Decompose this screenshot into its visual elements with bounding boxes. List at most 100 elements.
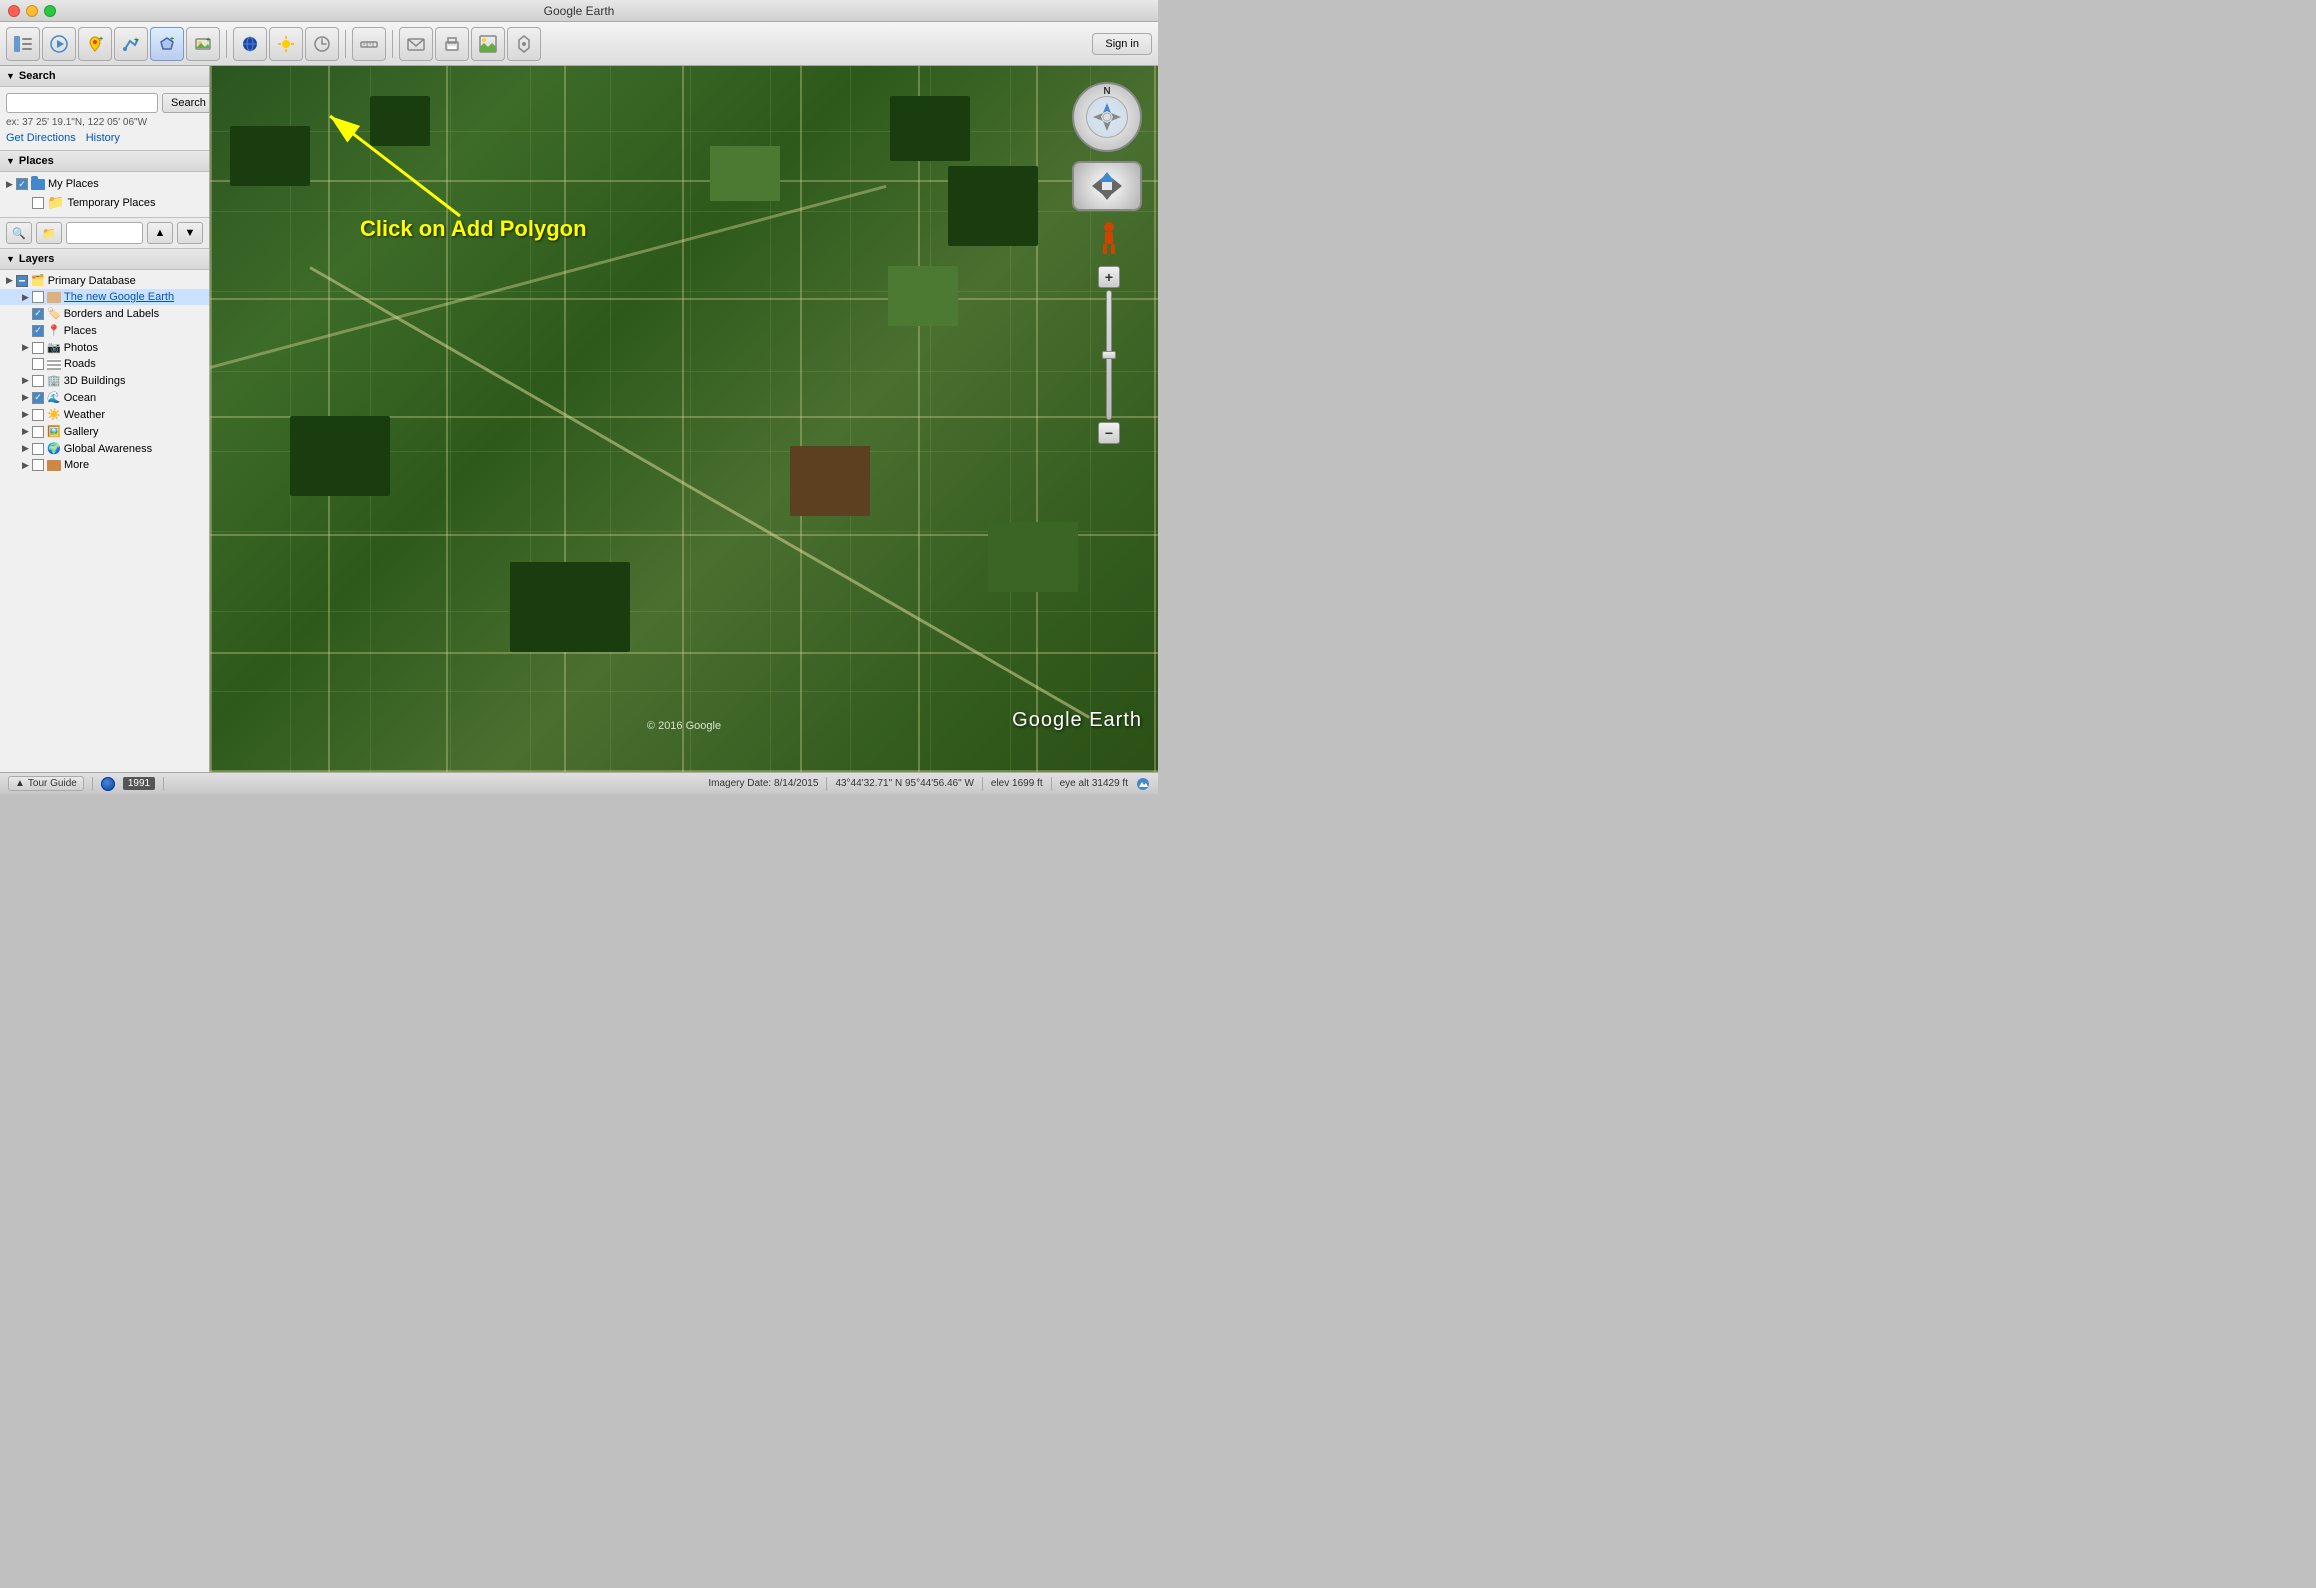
toolbar-sep-3 xyxy=(392,30,393,58)
map-options-button[interactable] xyxy=(507,27,541,61)
toolbar-sep-1 xyxy=(226,30,227,58)
layer-roads[interactable]: Roads xyxy=(0,356,209,372)
move-down-button[interactable]: ▼ xyxy=(177,222,203,244)
temp-places-checkbox[interactable] xyxy=(32,197,44,209)
layer-3d-buildings[interactable]: ▶ 🏢 3D Buildings xyxy=(0,372,209,389)
field-patch-9 xyxy=(890,96,970,161)
rd-checkbox[interactable] xyxy=(32,358,44,370)
layers-section-header[interactable]: ▼ Layers xyxy=(0,249,209,270)
print-button[interactable] xyxy=(435,27,469,61)
zoom-out-button[interactable]: − xyxy=(1098,422,1120,444)
tour-guide-button[interactable]: ▲ Tour Guide xyxy=(8,776,84,791)
zoom-handle[interactable] xyxy=(1102,351,1116,359)
temporary-places-item[interactable]: 📁 Temporary Places xyxy=(0,192,209,213)
pd-checkbox[interactable] xyxy=(16,275,28,287)
nge-checkbox[interactable] xyxy=(32,291,44,303)
zoom-in-button[interactable]: + xyxy=(1098,266,1120,288)
my-places-checkbox[interactable]: ✓ xyxy=(16,178,28,190)
ga-label: Gallery xyxy=(64,426,99,438)
layer-gallery[interactable]: ▶ 🖼️ Gallery xyxy=(0,423,209,440)
my-places-item[interactable]: ▶ ✓ My Places xyxy=(0,176,209,192)
sidebar-toggle-button[interactable] xyxy=(6,27,40,61)
search-places-button[interactable]: 🔍 xyxy=(6,222,32,244)
add-overlay-button[interactable]: + xyxy=(186,27,220,61)
search-hint: ex: 37 25' 19.1"N, 122 05' 06"W xyxy=(6,117,203,128)
layer-weather[interactable]: ▶ ☀️ Weather xyxy=(0,406,209,423)
oc-checkbox[interactable]: ✓ xyxy=(32,392,44,404)
minimize-button[interactable] xyxy=(26,5,38,17)
status-sep-3 xyxy=(826,777,827,791)
ruler-button[interactable] xyxy=(352,27,386,61)
layers-section-label: Layers xyxy=(19,253,54,265)
layer-new-google-earth[interactable]: ▶ The new Google Earth xyxy=(0,289,209,305)
svg-text:+: + xyxy=(206,37,210,44)
move-up-button[interactable]: ▲ xyxy=(147,222,173,244)
3d-arrow: ▶ xyxy=(22,375,32,386)
bl-checkbox[interactable]: ✓ xyxy=(32,308,44,320)
gaw-arrow: ▶ xyxy=(22,443,32,454)
add-placemark-button[interactable]: + xyxy=(78,27,112,61)
search-panel: Search ex: 37 25' 19.1"N, 122 05' 06"W G… xyxy=(0,87,209,151)
places-section-header[interactable]: ▼ Places xyxy=(0,151,209,172)
eye-alt: eye alt 31429 ft xyxy=(1060,778,1128,789)
layer-more[interactable]: ▶ More xyxy=(0,457,209,473)
layer-primary-database[interactable]: ▶ 🗂️ Primary Database xyxy=(0,272,209,289)
pl-checkbox[interactable]: ✓ xyxy=(32,325,44,337)
nge-folder-icon xyxy=(47,292,61,303)
close-button[interactable] xyxy=(8,5,20,17)
pan-ring[interactable] xyxy=(1072,161,1142,211)
add-folder-button[interactable]: 📁 xyxy=(36,222,62,244)
layer-photos[interactable]: ▶ 📷 Photos xyxy=(0,339,209,356)
add-path-button[interactable]: + xyxy=(114,27,148,61)
history-link[interactable]: History xyxy=(86,132,120,144)
ga-checkbox[interactable] xyxy=(32,426,44,438)
ph-checkbox[interactable] xyxy=(32,342,44,354)
traffic-lights xyxy=(8,5,56,17)
get-directions-link[interactable]: Get Directions xyxy=(6,132,76,144)
pl-label: Places xyxy=(64,325,97,337)
status-right: Imagery Date: 8/14/2015 43°44'32.71" N 9… xyxy=(172,777,1150,791)
maximize-button[interactable] xyxy=(44,5,56,17)
layer-global-awareness[interactable]: ▶ 🌍 Global Awareness xyxy=(0,440,209,457)
compass-pan-arrows[interactable] xyxy=(1086,96,1128,138)
mo-checkbox[interactable] xyxy=(32,459,44,471)
we-checkbox[interactable] xyxy=(32,409,44,421)
add-polygon-button[interactable]: + xyxy=(150,27,184,61)
tour-button[interactable] xyxy=(42,27,76,61)
titlebar: Google Earth xyxy=(0,0,1158,22)
map-copyright: © 2016 Google xyxy=(647,720,721,732)
pl-icon: 📍 xyxy=(47,324,61,337)
nge-label[interactable]: The new Google Earth xyxy=(64,291,174,303)
search-input[interactable] xyxy=(6,93,158,113)
elevation: elev 1699 ft xyxy=(991,778,1043,789)
layer-places[interactable]: ✓ 📍 Places xyxy=(0,322,209,339)
my-places-folder-icon xyxy=(31,179,45,190)
3d-checkbox[interactable] xyxy=(32,375,44,387)
statusbar: ▲ Tour Guide 1991 Imagery Date: 8/14/201… xyxy=(0,772,1158,794)
nav-pan-control[interactable] xyxy=(1072,161,1142,211)
map-area[interactable]: Click on Add Polygon © 2016 Google Googl… xyxy=(210,66,1158,772)
my-places-label: My Places xyxy=(48,178,99,190)
layer-borders-labels[interactable]: ✓ 🏷️ Borders and Labels xyxy=(0,305,209,322)
folder-name-input[interactable] xyxy=(66,222,143,244)
zoom-track[interactable] xyxy=(1106,290,1112,420)
status-sep-1 xyxy=(92,777,93,791)
signin-button[interactable]: Sign in xyxy=(1092,33,1152,55)
earth-view-button[interactable] xyxy=(233,27,267,61)
historical-button[interactable] xyxy=(305,27,339,61)
search-section-header[interactable]: ▼ Search xyxy=(0,66,209,87)
we-label: Weather xyxy=(64,409,105,421)
save-image-button[interactable] xyxy=(471,27,505,61)
nav-compass[interactable]: N xyxy=(1072,82,1142,152)
search-button[interactable]: Search xyxy=(162,93,210,113)
sun-button[interactable] xyxy=(269,27,303,61)
pd-icon: 🗂️ xyxy=(31,274,45,287)
we-arrow: ▶ xyxy=(22,409,32,420)
field-patch-4 xyxy=(888,266,958,326)
layer-ocean[interactable]: ▶ ✓ 🌊 Ocean xyxy=(0,389,209,406)
gaw-checkbox[interactable] xyxy=(32,443,44,455)
ph-icon: 📷 xyxy=(47,341,61,354)
pegman-icon[interactable] xyxy=(1098,221,1120,263)
email-button[interactable] xyxy=(399,27,433,61)
compass-ring[interactable]: N xyxy=(1072,82,1142,152)
